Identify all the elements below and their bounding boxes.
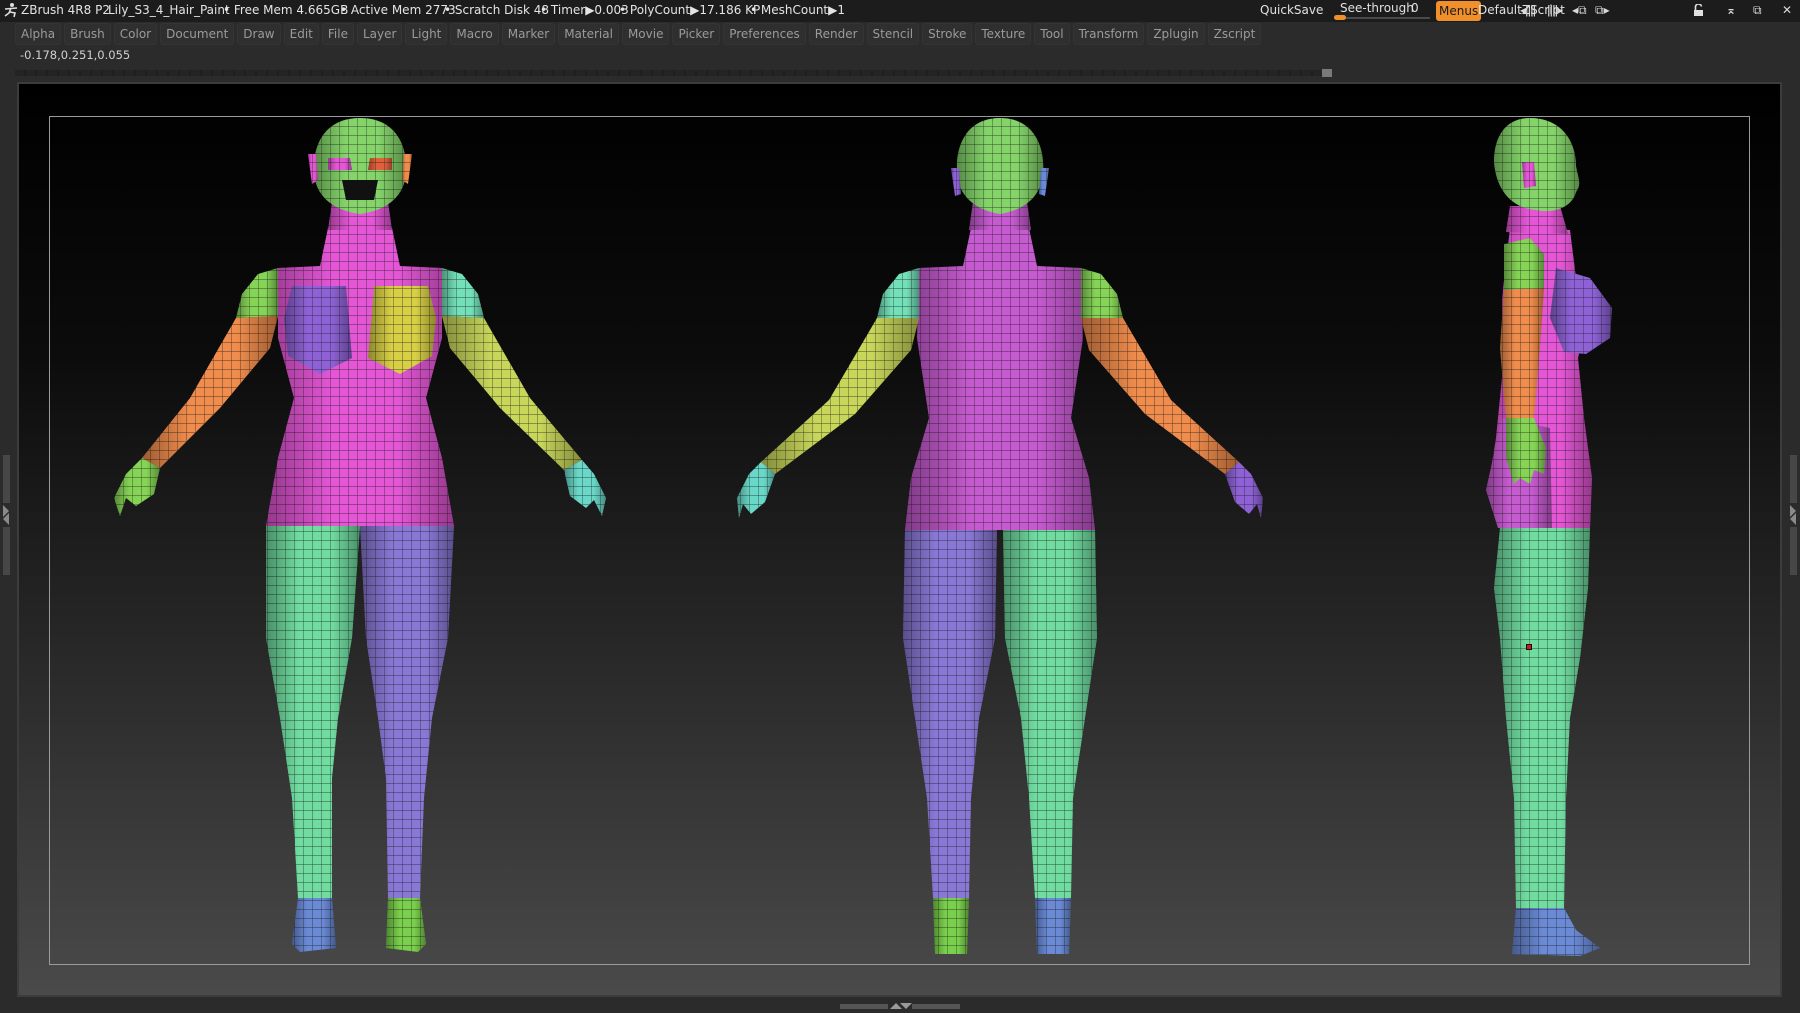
arm-back-right-shading — [761, 318, 919, 474]
menu-light[interactable]: Light — [405, 23, 448, 45]
foot-left-shading — [386, 898, 426, 952]
menu-stencil[interactable]: Stencil — [866, 23, 920, 45]
menu-render[interactable]: Render — [808, 23, 864, 45]
menu-document[interactable]: Document — [160, 23, 235, 45]
lock-icon[interactable] — [1693, 4, 1704, 17]
arm-left-shading — [442, 316, 582, 470]
menu-transform[interactable]: Transform — [1072, 23, 1145, 45]
minimize-icon[interactable]: ⌅ — [1726, 3, 1736, 17]
expand-left-icon — [3, 513, 9, 525]
menu-alpha[interactable]: Alpha — [15, 23, 62, 45]
expand-left-icon — [1790, 513, 1796, 525]
see-through-slider-handle[interactable] — [1334, 15, 1346, 20]
torso-back-shading — [905, 228, 1095, 530]
leg-side-shading — [1494, 528, 1590, 908]
bottom-tray-handle[interactable] — [840, 1002, 960, 1010]
menu-draw[interactable]: Draw — [237, 23, 281, 45]
shoulder-back-left-shading — [1081, 268, 1123, 318]
shoulder-right-shading — [236, 268, 278, 318]
hand-right-shading — [114, 458, 160, 516]
quicksave-button[interactable]: QuickSave — [1260, 3, 1323, 17]
expand-down-icon — [900, 1003, 912, 1009]
ear-side-shading — [1522, 162, 1536, 188]
cursor-coordinates: -0.178,0.251,0.055 — [20, 48, 131, 62]
foot-side-shading — [1512, 908, 1600, 956]
menu-brush[interactable]: Brush — [64, 23, 111, 45]
scroll-right-icon[interactable]: ǀǀǀǀ▸ — [1547, 3, 1563, 17]
palette-scroll-strip[interactable] — [15, 70, 1328, 76]
cursor-marker — [1526, 644, 1532, 650]
active-mem: • Active Mem 2773 — [340, 3, 456, 17]
foot-right-shading — [292, 898, 336, 952]
menu-layer[interactable]: Layer — [356, 23, 403, 45]
undock-right-icon[interactable]: ⧉▸ — [1595, 3, 1610, 18]
undock-left-icon[interactable]: ◂⧉ — [1572, 3, 1587, 18]
see-through-value: 0 — [1411, 1, 1419, 15]
leg-right-front-shading — [266, 526, 360, 898]
hand-left-shading — [564, 460, 606, 516]
menu-material[interactable]: Material — [558, 23, 619, 45]
leg-right-back-shading — [903, 530, 997, 898]
model-back-view[interactable] — [705, 118, 1295, 963]
menu-tool[interactable]: Tool — [1034, 23, 1070, 45]
hand-back-left-shading — [1225, 462, 1263, 518]
menu-marker[interactable]: Marker — [501, 23, 556, 45]
close-icon[interactable]: ✕ — [1782, 3, 1792, 17]
menu-stroke[interactable]: Stroke — [922, 23, 973, 45]
menu-edit[interactable]: Edit — [283, 23, 319, 45]
shoulder-left-shading — [442, 268, 484, 318]
menu-preferences[interactable]: Preferences — [723, 23, 806, 45]
zbrush-logo-icon — [4, 3, 18, 18]
menu-movie[interactable]: Movie — [621, 23, 670, 45]
arm-right-shading — [142, 316, 278, 468]
torso-front-shading — [266, 228, 454, 526]
document-name: Lily_S3_4_Hair_Paint — [108, 3, 230, 17]
mouth-region — [342, 180, 378, 200]
leg-left-back-shading — [1003, 530, 1097, 898]
eye-left-shading — [368, 158, 392, 170]
foot-back-left-shading — [1035, 898, 1071, 954]
eye-right-shading — [328, 158, 352, 170]
menu-texture[interactable]: Texture — [975, 23, 1032, 45]
head-back-shading — [956, 118, 1044, 214]
menu-macro[interactable]: Macro — [450, 23, 499, 45]
app-title: ZBrush 4R8 P2 — [21, 3, 110, 17]
polycount: • PolyCount▶17.186 KP — [619, 3, 761, 17]
shoulder-back-right-shading — [877, 268, 919, 318]
see-through-slider[interactable] — [1334, 17, 1430, 19]
timer: • Timer▶0.003 — [540, 3, 629, 17]
leg-left-front-shading — [360, 526, 454, 898]
menu-zplugin[interactable]: Zplugin — [1147, 23, 1205, 45]
scroll-left-icon[interactable]: ◂ǀǀǀǀ — [1520, 3, 1536, 17]
menus-button[interactable]: Menus — [1436, 1, 1482, 21]
meshcount: • MeshCount▶1 — [750, 3, 845, 17]
palette-scroll-knob[interactable] — [1322, 69, 1332, 77]
model-side-view[interactable] — [1440, 118, 1640, 963]
menu-bar: Alpha Brush Color Document Draw Edit File Layer… — [15, 23, 1262, 45]
menu-zscript[interactable]: Zscript — [1207, 23, 1262, 45]
right-tray-handle[interactable] — [1790, 455, 1797, 575]
hand-back-right-shading — [737, 462, 775, 518]
foot-back-right-shading — [933, 898, 969, 954]
menu-color[interactable]: Color — [113, 23, 158, 45]
free-mem: • Free Mem 4.665GB — [223, 3, 349, 17]
model-front-view[interactable] — [70, 118, 650, 963]
see-through-label: See-through — [1340, 1, 1414, 15]
title-bar: ZBrush 4R8 P2 Lily_S3_4_Hair_Paint • Fre… — [0, 0, 1800, 22]
restore-icon[interactable]: ⧉ — [1753, 3, 1762, 18]
head-side-shading — [1494, 118, 1580, 212]
scratch-disk: • Scratch Disk 48 — [444, 3, 549, 17]
left-tray-handle[interactable] — [3, 455, 10, 575]
arm-back-left-shading — [1081, 318, 1239, 474]
menu-file[interactable]: File — [321, 23, 354, 45]
menu-picker[interactable]: Picker — [672, 23, 721, 45]
